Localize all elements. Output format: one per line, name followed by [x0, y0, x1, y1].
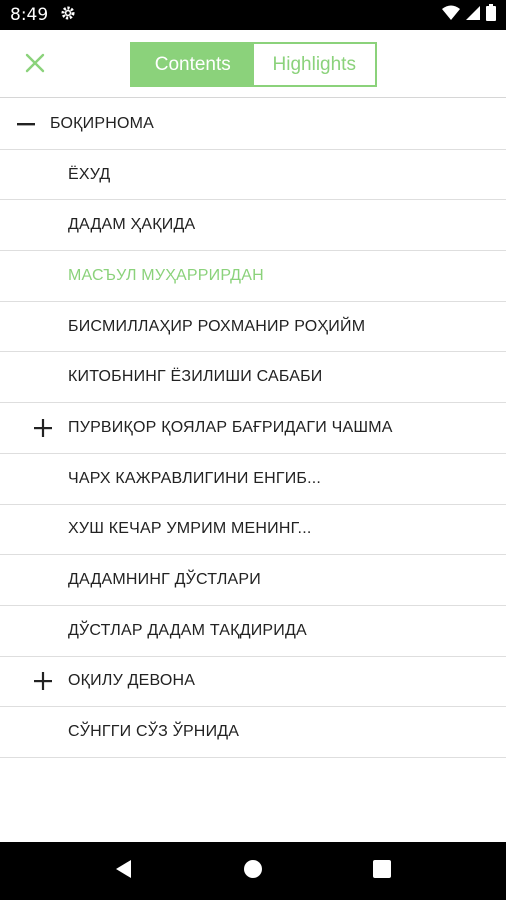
collapse-minus-icon[interactable]: [14, 112, 38, 136]
toc-item-label: МАСЪУЛ МУҲАРРИРДАН: [68, 266, 264, 284]
toc-item-label: БОҚИРНОМА: [50, 114, 155, 132]
tab-highlights[interactable]: Highlights: [253, 44, 375, 85]
toc-item-label: ДАДАМНИНГ ДЎСТЛАРИ: [68, 571, 261, 589]
settings-gear-icon: [60, 5, 76, 26]
toc-item-label: ПУРВИҚОР ҚОЯЛАР БАҒРИДАГИ ЧАШМА: [68, 418, 393, 436]
tab-contents[interactable]: Contents: [132, 44, 254, 85]
wifi-icon: [442, 5, 460, 26]
toc-item[interactable]: БОҚИРНОМА: [0, 99, 506, 150]
toc-item[interactable]: ЁХУД: [0, 150, 506, 201]
toc-item[interactable]: ПУРВИҚОР ҚОЯЛАР БАҒРИДАГИ ЧАШМА: [0, 403, 506, 454]
toc-item-label: ЧАРХ КАЖРАВЛИГИНИ ЕНГИБ...: [68, 469, 322, 487]
recents-square-icon: [372, 859, 391, 883]
toc-item[interactable]: ДАДАМ ҲАҚИДА: [0, 200, 506, 252]
toc-item-label: БИСМИЛЛАҲИР РОХМАНИР РОҲИЙМ: [68, 317, 366, 335]
status-bar: 8:49: [0, 0, 506, 30]
toc-item[interactable]: ЧАРХ КАЖРАВЛИГИНИ ЕНГИБ...: [0, 454, 506, 505]
status-time: 8:49: [10, 5, 49, 25]
toc-item[interactable]: ДАДАМНИНГ ДЎСТЛАРИ: [0, 555, 506, 606]
close-button[interactable]: [20, 50, 50, 80]
toc-item[interactable]: ДЎСТЛАР ДАДАМ ТАҚДИРИДА: [0, 606, 506, 657]
expand-plus-icon[interactable]: [31, 416, 55, 440]
toc-item-label: ЁХУД: [68, 165, 111, 183]
back-button[interactable]: [104, 851, 144, 891]
expand-plus-icon[interactable]: [31, 669, 55, 693]
home-circle-icon: [243, 859, 263, 884]
toc-item-label: КИТОБНИНГ ЁЗИЛИШИ САБАБИ: [68, 368, 323, 386]
toc-item-label: ДЎСТЛАР ДАДАМ ТАҚДИРИДА: [68, 621, 307, 639]
toc-item-label: СЎНГГИ СЎЗ ЎРНИДА: [68, 723, 240, 741]
home-button[interactable]: [233, 851, 273, 891]
signal-icon: [466, 5, 480, 26]
toc-item[interactable]: МАСЪУЛ МУҲАРРИРДАН: [0, 251, 506, 302]
toc-item[interactable]: СЎНГГИ СЎЗ ЎРНИДА: [0, 707, 506, 758]
battery-icon: [486, 4, 496, 26]
toc-item[interactable]: БИСМИЛЛАҲИР РОХМАНИР РОҲИЙМ: [0, 302, 506, 353]
tab-switcher: Contents Highlights: [130, 42, 377, 87]
toolbar: Contents Highlights: [0, 30, 506, 98]
recents-button[interactable]: [362, 851, 402, 891]
table-of-contents: БОҚИРНОМА ЁХУД ДАДАМ ҲАҚИДА МАСЪУЛ МУҲАРРИР…: [0, 99, 506, 758]
navigation-bar: [0, 842, 506, 900]
toc-item-label: ХУШ КЕЧАР УМРИМ МЕНИНГ...: [68, 520, 312, 538]
toc-item[interactable]: КИТОБНИНГ ЁЗИЛИШИ САБАБИ: [0, 352, 506, 404]
toc-item-label: ДАДАМ ҲАҚИДА: [68, 216, 196, 234]
toc-item[interactable]: ОҚИЛУ ДЕВОНА: [0, 657, 506, 708]
back-triangle-icon: [115, 859, 133, 884]
toc-item[interactable]: ХУШ КЕЧАР УМРИМ МЕНИНГ...: [0, 505, 506, 556]
close-icon: [25, 53, 45, 78]
toc-item-label: ОҚИЛУ ДЕВОНА: [68, 672, 196, 690]
